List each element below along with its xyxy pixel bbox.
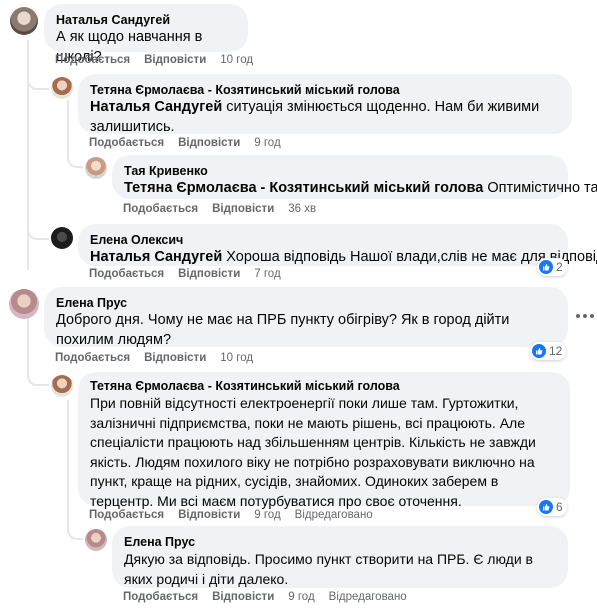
like-button[interactable]: Подобається: [89, 137, 164, 149]
reply-button[interactable]: Відповісти: [212, 591, 274, 603]
comment-author[interactable]: Тая Кривенко: [124, 163, 556, 179]
reaction-count[interactable]: 2: [537, 258, 567, 276]
reaction-number: 2: [556, 260, 563, 274]
comment-text: Наталья Сандугей Хороша відповідь Нашої …: [90, 248, 597, 268]
like-button[interactable]: Подобається: [55, 54, 130, 66]
reply-button[interactable]: Відповісти: [144, 54, 206, 66]
reaction-number: 12: [549, 344, 563, 358]
more-dots-icon[interactable]: [576, 313, 594, 319]
mention-link[interactable]: Наталья Сандугей: [90, 99, 222, 115]
comment-actions: Подобається Відповісти 9 год Відредаговано: [123, 591, 421, 603]
reaction-count[interactable]: 12: [530, 342, 567, 360]
comment-bubble: Елена Прус Дякую за відповідь. Просимо п…: [112, 526, 568, 588]
thread-connector: [67, 510, 83, 540]
comment-actions: Подобається Відповісти 36 хв: [123, 203, 330, 215]
avatar[interactable]: [10, 7, 38, 35]
comment-author[interactable]: Елена Прус: [124, 534, 556, 550]
like-icon: [539, 260, 553, 274]
comment-author[interactable]: Елена Олексич: [90, 232, 556, 248]
comment-text: Доброго дня. Чому не має на ПРБ пункту о…: [56, 312, 510, 348]
thread-connector: [27, 70, 49, 90]
avatar[interactable]: [9, 289, 39, 319]
like-button[interactable]: Подобається: [89, 509, 164, 521]
comment-bubble: Елена Олексич Наталья Сандугей Хороша ві…: [78, 224, 597, 268]
mention-link[interactable]: Наталья Сандугей: [90, 249, 222, 265]
comment-actions: Подобається Відповісти 10 год: [55, 352, 267, 364]
comment-text-body: Оптимістично так!: [483, 180, 597, 196]
comment-time[interactable]: 10 год: [220, 352, 253, 364]
comment-author[interactable]: Тетяна Єрмолаєва - Козятинський міський …: [90, 82, 560, 98]
reply-button[interactable]: Відповісти: [178, 509, 240, 521]
thread-connector: [27, 354, 49, 386]
comment-text: При повній відсутності електроенергії по…: [90, 395, 536, 509]
comment-bubble: Тетяна Єрмолаєва - Козятинський міський …: [78, 74, 572, 137]
like-button[interactable]: Подобається: [123, 203, 198, 215]
reply-button[interactable]: Відповісти: [144, 352, 206, 364]
comment-bubble: Тая Кривенко Тетяна Єрмолаєва - Козятинс…: [112, 155, 597, 199]
avatar[interactable]: [85, 529, 107, 551]
comment-time[interactable]: 36 хв: [288, 203, 316, 215]
comment-time[interactable]: 10 год: [220, 54, 253, 66]
comment-actions: Подобається Відповісти 7 год: [89, 268, 295, 280]
reaction-number: 6: [556, 500, 563, 514]
comment-text: Наталья Сандугей ситуація змінюється щод…: [90, 98, 560, 137]
edited-label: Відредаговано: [328, 591, 407, 603]
comment-time[interactable]: 9 год: [288, 591, 314, 603]
comment-actions: Подобається Відповісти 9 год Відредаговано: [89, 509, 387, 521]
like-button[interactable]: Подобається: [123, 591, 198, 603]
like-icon: [532, 344, 546, 358]
comment-bubble: Тетяна Єрмолаєва - Козятинський міський …: [78, 372, 570, 509]
thread-connector: [67, 148, 83, 168]
comment-author[interactable]: Елена Прус: [56, 295, 556, 311]
comment-actions: Подобається Відповісти 9 год: [89, 137, 295, 149]
comment-text: Тетяна Єрмолаєва - Козятинський міський …: [124, 179, 597, 199]
comment-time[interactable]: 9 год: [254, 137, 280, 149]
comment-author[interactable]: Наталья Сандугей: [56, 12, 236, 28]
reaction-count[interactable]: 6: [537, 498, 567, 516]
comment-bubble: Наталья Сандугей А як щодо навчання в шк…: [44, 4, 248, 65]
avatar[interactable]: [85, 157, 107, 179]
comment-author[interactable]: Тетяна Єрмолаєва - Козятинський міський …: [90, 378, 558, 394]
reply-button[interactable]: Відповісти: [178, 268, 240, 280]
like-button[interactable]: Подобається: [55, 352, 130, 364]
reply-button[interactable]: Відповісти: [178, 137, 240, 149]
comment-time[interactable]: 9 год: [254, 509, 280, 521]
reply-button[interactable]: Відповісти: [212, 203, 274, 215]
thread-connector: [27, 220, 49, 240]
thread-line: [67, 400, 69, 518]
comment-text: Дякую за відповідь. Просимо пункт створи…: [124, 551, 533, 587]
avatar[interactable]: [51, 375, 73, 397]
edited-label: Відредаговано: [294, 509, 373, 521]
like-icon: [539, 500, 553, 514]
avatar[interactable]: [51, 227, 73, 249]
comment-bubble: Елена Прус Доброго дня. Чому не має на П…: [44, 287, 568, 348]
comment-time[interactable]: 7 год: [254, 268, 280, 280]
comment-actions: Подобається Відповісти 10 год: [55, 54, 267, 66]
like-button[interactable]: Подобається: [89, 268, 164, 280]
avatar[interactable]: [51, 77, 73, 99]
mention-link[interactable]: Тетяна Єрмолаєва - Козятинський міський …: [124, 180, 483, 196]
